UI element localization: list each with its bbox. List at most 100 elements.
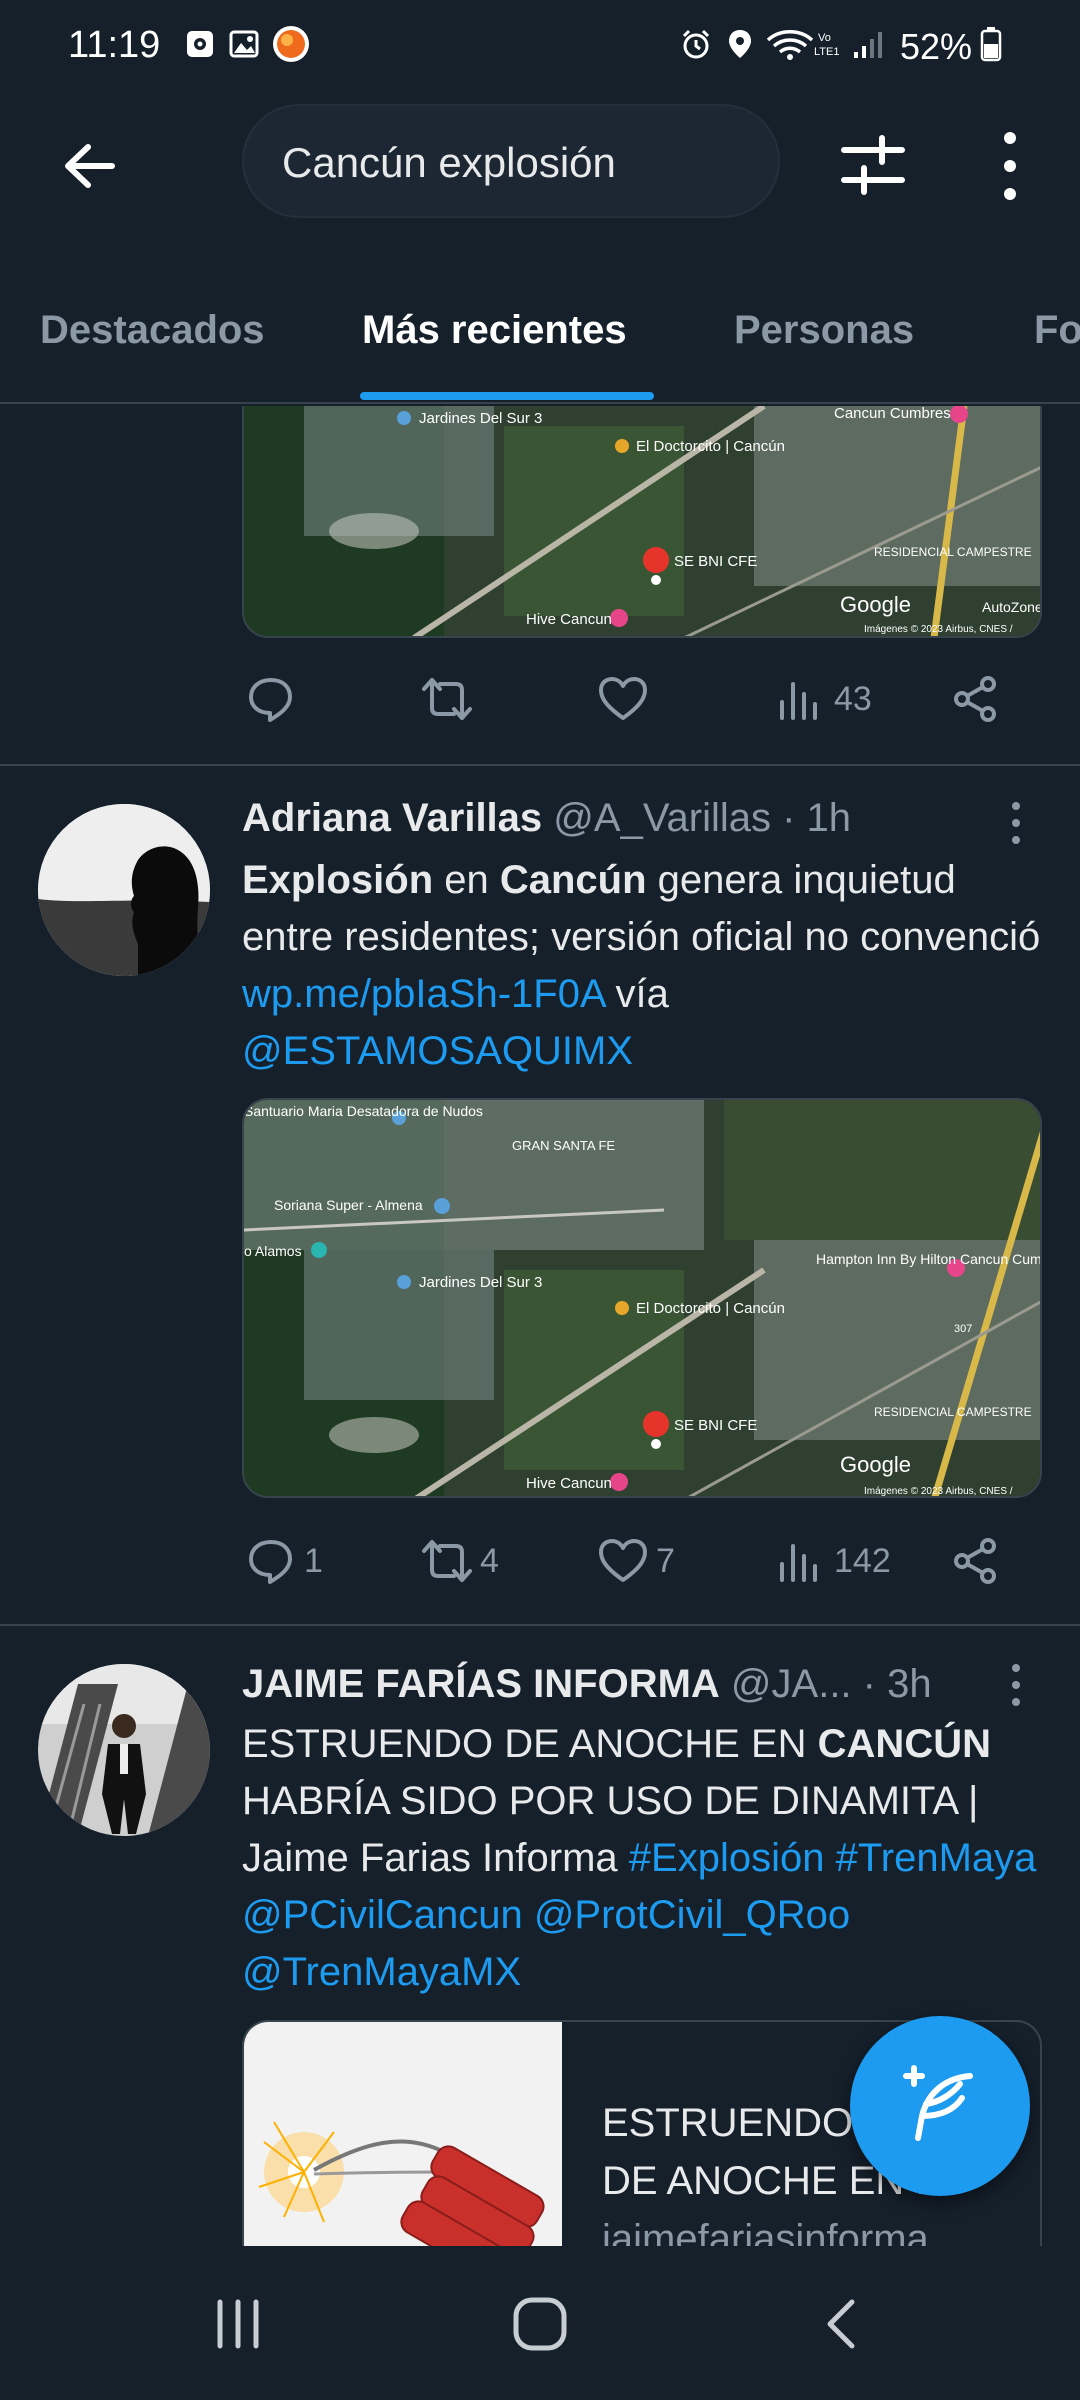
map-label-residencial: RESIDENCIAL CAMPESTRE [874,1405,1032,1419]
reply-count: 1 [304,1541,323,1580]
search-filter-icon[interactable] [838,130,908,200]
tweet-text-bold-2: Cancún [499,858,647,902]
tweet-mention[interactable]: @ESTAMOSAQUIMX [242,1029,633,1073]
map-label-jardines: Jardines Del Sur 3 [419,410,542,427]
tweet-map-image[interactable]: Jardines Del Sur 3 El Doctorcito | Cancú… [242,406,1042,638]
recent-apps-icon[interactable] [210,2296,266,2352]
signal-icon [854,32,882,58]
map-satellite-image: Santuario Maria Desatadora de Nudos GRAN… [244,1100,1042,1497]
map-label-doctorcito: El Doctorcito | Cancún [636,1300,785,1317]
reply-button[interactable] [244,672,304,726]
tweet-text-part: en [433,858,500,902]
views-count: 142 [834,1541,891,1580]
map-label-doctorcito: El Doctorcito | Cancún [636,438,785,455]
link-card-domain: jaimefariasinforma... [602,2217,963,2246]
tweet-text: ESTRUENDO DE ANOCHE EN CANCÚN HABRÍA SID… [242,1716,1042,2001]
share-icon[interactable] [948,1534,1002,1588]
active-tab-indicator [360,392,654,400]
compose-tweet-button[interactable] [850,2016,1030,2196]
map-credit: Imágenes © 2023 Airbus, CNES / [864,1486,1013,1497]
more-options-icon[interactable] [990,128,1030,204]
heart-icon [599,677,647,720]
share-icon[interactable] [948,672,1002,726]
map-label-hampton: Hampton Inn By Hilton Cancun Cumbres [816,1251,1042,1267]
map-label-gransantafe: GRAN SANTA FE [512,1138,615,1153]
tweet-more-icon[interactable] [1006,1662,1026,1708]
retweet-button[interactable]: 4 [420,1534,499,1588]
map-label-jardines: Jardines Del Sur 3 [419,1274,542,1291]
tweet-time: · 1h [782,796,852,840]
app-notification-icon [273,26,309,62]
tweet-text-part: vía [604,972,669,1016]
map-label-residencial: RESIDENCIAL CAMPESTRE [874,545,1032,559]
tweet-map-image[interactable]: Santuario Maria Desatadora de Nudos GRAN… [242,1098,1042,1498]
hashtag-link[interactable]: #Explosión [629,1836,825,1880]
map-label-sebni: SE BNI CFE [674,553,757,570]
location-icon [729,30,751,58]
volte-icon: Vo LTE1 [814,32,839,58]
views-button[interactable]: 43 [774,672,872,726]
like-button[interactable]: 7 [596,1534,675,1588]
home-icon[interactable] [510,2294,570,2354]
tweet-time: · 3h [862,1662,932,1706]
reply-icon [249,1540,292,1584]
retweet-count: 4 [480,1541,499,1580]
mention-link[interactable]: @PCivilCancun [242,1893,523,1937]
wifi-icon [766,30,814,60]
author-name[interactable]: Adriana Varillas [242,796,542,840]
avatar[interactable] [38,804,210,976]
gallery-icon [229,30,259,58]
map-label-google: Google [840,592,911,617]
tab-destacados[interactable]: Destacados [40,308,265,353]
tweet-link[interactable]: wp.me/pbIaSh-1F0A [242,972,604,1016]
clock: 11:19 [68,24,161,66]
heart-icon [599,1539,647,1582]
avatar-image [38,1664,210,1836]
reply-button[interactable]: 1 [244,1534,323,1588]
tweet-text-part: ESTRUENDO DE ANOCHE EN [242,1722,818,1766]
tab-personas[interactable]: Personas [734,308,914,353]
avatar-image [38,804,210,976]
search-input[interactable]: Cancún explosión [242,104,780,218]
tweet-text: Explosión en Cancún genera inquietud ent… [242,852,1042,1080]
tweet-header: JAIME FARÍAS INFORMA @JA... · 3h [242,1662,932,1707]
back-nav-icon[interactable] [814,2294,870,2354]
map-label-google: Google [840,1452,911,1477]
map-credit: Imágenes © 2023 Airbus, CNES / [864,624,1013,635]
search-query: Cancún explosión [282,139,616,186]
search-header: Cancún explosión [0,92,1080,242]
back-arrow-icon[interactable] [54,130,126,202]
map-label-alamos: o Alamos [244,1243,302,1259]
tab-fotos[interactable]: Fo [1034,308,1080,353]
tweet-divider [0,1624,1080,1626]
notification-icon [187,31,213,57]
author-handle[interactable]: @JA... [731,1662,852,1706]
alarm-icon [682,29,710,59]
views-icon [780,1544,817,1582]
author-name[interactable]: JAIME FARÍAS INFORMA [242,1662,720,1706]
link-card-image [244,2022,562,2246]
like-button[interactable] [596,672,656,726]
map-label-santuario: Santuario Maria Desatadora de Nudos [244,1103,483,1119]
svg-text:LTE1: LTE1 [814,46,839,58]
map-label-cumbres: Cancun Cumbres [834,406,951,422]
mention-link[interactable]: @TrenMayaMX [242,1950,521,1994]
views-button[interactable]: 142 [774,1534,891,1588]
compose-feather-icon [903,2065,973,2141]
mention-link[interactable]: @ProtCivil_QRoo [534,1893,850,1937]
avatar[interactable] [38,1664,210,1836]
like-count: 7 [656,1541,675,1580]
author-handle[interactable]: @A_Varillas [553,796,771,840]
map-label-soriana: Soriana Super - Almena [274,1197,423,1213]
tweet-divider [0,764,1080,766]
map-label-autozone: AutoZone Re [982,599,1042,615]
tab-mas-recientes[interactable]: Más recientes [362,308,627,353]
retweet-button[interactable] [420,672,480,726]
map-label-sebni: SE BNI CFE [674,1417,757,1434]
hashtag-link[interactable]: #TrenMaya [836,1836,1037,1880]
tweet-header: Adriana Varillas @A_Varillas · 1h [242,796,851,841]
views-icon [780,682,817,720]
map-label-307: 307 [954,1323,972,1335]
tweet-more-icon[interactable] [1006,800,1026,846]
views-count: 43 [834,679,872,718]
